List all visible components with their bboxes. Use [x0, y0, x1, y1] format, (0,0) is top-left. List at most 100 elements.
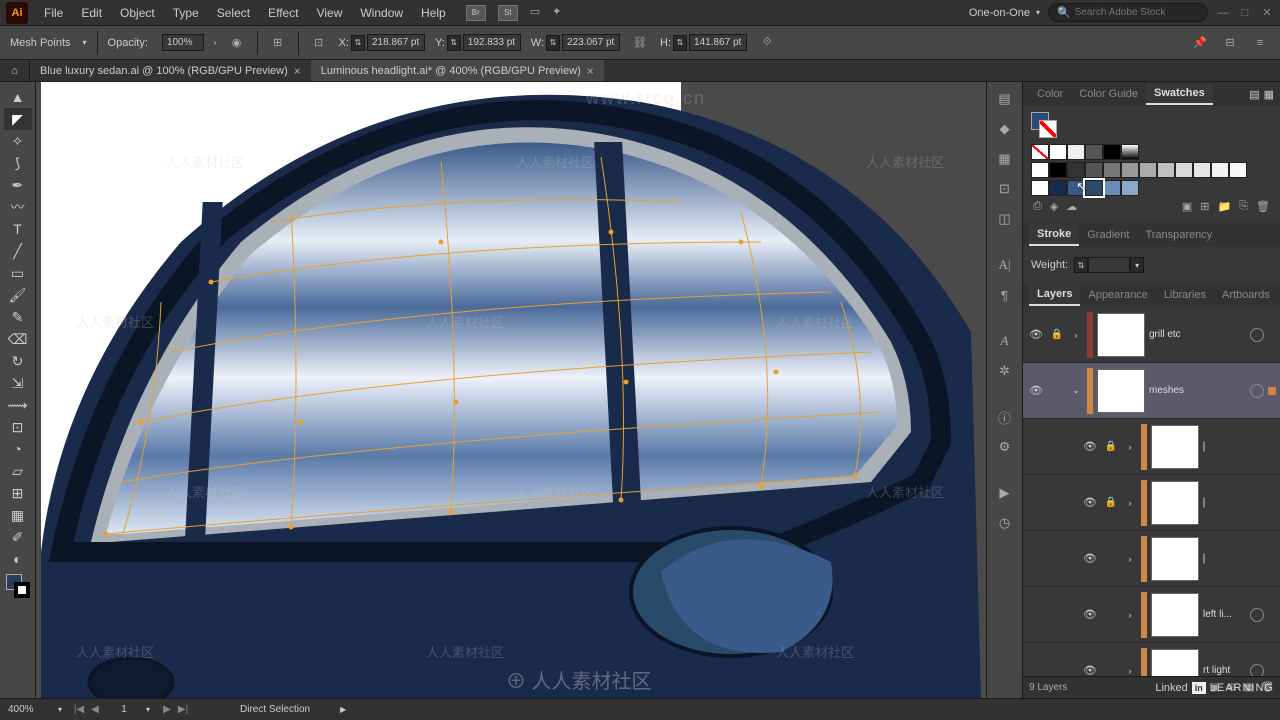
brushes-icon[interactable]: ▦ — [993, 148, 1017, 170]
visibility-icon[interactable]: 👁 — [1027, 384, 1045, 397]
shape-builder-tool-icon[interactable]: ◔ — [4, 438, 32, 460]
link-wh-icon[interactable]: ⛓ — [630, 33, 650, 53]
menu-window[interactable]: Window — [352, 2, 411, 24]
menu-type[interactable]: Type — [165, 2, 207, 24]
opacity-dropdown-icon[interactable]: › — [214, 38, 217, 47]
visibility-icon[interactable]: 👁 — [1081, 440, 1099, 453]
shaper-tool-icon[interactable]: ✎ — [4, 306, 32, 328]
eraser-tool-icon[interactable]: ⌫ — [4, 328, 32, 350]
opacity-input[interactable] — [162, 34, 204, 51]
expand-icon[interactable]: › — [1123, 554, 1137, 564]
timeline-icon[interactable]: ◷ — [993, 512, 1017, 534]
close-icon[interactable]: ✕ — [1260, 6, 1274, 20]
mesh-tool-icon[interactable]: ⊞ — [4, 482, 32, 504]
visibility-icon[interactable]: 👁 — [1081, 496, 1099, 509]
layer-name[interactable] — [1203, 497, 1276, 508]
swatch[interactable] — [1103, 144, 1121, 160]
selection-mode[interactable]: Mesh Points▾ — [10, 37, 87, 49]
visibility-icon[interactable]: 👁 — [1081, 664, 1099, 676]
link-icon[interactable]: ⎘ — [1239, 200, 1248, 213]
y-stepper[interactable]: ⇅ — [447, 35, 461, 51]
lock-icon[interactable]: 🔒 — [1103, 497, 1119, 508]
align-panel-icon[interactable]: ⊡ — [993, 178, 1017, 200]
visibility-icon[interactable]: 👁 — [1081, 608, 1099, 621]
layer-name[interactable]: grill etc — [1149, 329, 1246, 340]
arrange-icon[interactable]: ▭ — [530, 5, 540, 21]
minimize-icon[interactable]: — — [1216, 6, 1230, 20]
w-stepper[interactable]: ⇅ — [546, 35, 560, 51]
h-input[interactable] — [689, 34, 747, 51]
expand-icon[interactable]: › — [1123, 442, 1137, 452]
lasso-tool-icon[interactable]: ⟆ — [4, 152, 32, 174]
menu-view[interactable]: View — [309, 2, 351, 24]
swatch[interactable] — [1193, 162, 1211, 178]
tab-gradient[interactable]: Gradient — [1079, 225, 1137, 245]
perspective-tool-icon[interactable]: ▱ — [4, 460, 32, 482]
target-icon[interactable] — [1203, 441, 1205, 452]
swatch[interactable] — [1085, 144, 1103, 160]
width-tool-icon[interactable]: ⟿ — [4, 394, 32, 416]
swatch[interactable] — [1211, 162, 1229, 178]
layer-name[interactable] — [1203, 441, 1276, 452]
list-view-icon[interactable]: ▦ — [1264, 88, 1274, 101]
eyedropper-tool-icon[interactable]: ✐ — [4, 526, 32, 548]
swatch[interactable] — [1049, 180, 1067, 196]
symbol-icon[interactable]: ✲ — [993, 360, 1017, 382]
h-stepper[interactable]: ⇅ — [673, 35, 687, 51]
swatch[interactable] — [1121, 144, 1139, 160]
swatch[interactable] — [1067, 144, 1085, 160]
layer-name[interactable]: left li... — [1203, 609, 1246, 620]
thumbnail-view-icon[interactable]: ▤ — [1249, 88, 1259, 101]
swatch-options-icon[interactable]: ☁ — [1066, 200, 1077, 213]
free-transform-tool-icon[interactable]: ⊡ — [4, 416, 32, 438]
expand-icon[interactable]: › — [1123, 498, 1137, 508]
target-icon[interactable] — [1203, 553, 1205, 564]
layer-row[interactable]: 👁 › rt light — [1023, 643, 1280, 676]
swatch[interactable] — [1103, 162, 1121, 178]
layer-row[interactable]: 👁 › left li... — [1023, 587, 1280, 643]
weight-input[interactable] — [1088, 257, 1130, 273]
target-icon[interactable] — [1250, 384, 1264, 398]
scale-tool-icon[interactable]: ⇲ — [4, 372, 32, 394]
gradient-tool-icon[interactable]: ▦ — [4, 504, 32, 526]
pen-tool-icon[interactable]: ✒ — [4, 174, 32, 196]
lock-icon[interactable]: 🔒 — [1103, 441, 1119, 452]
expand-icon[interactable]: › — [1069, 330, 1083, 340]
setup-icon[interactable]: ⊟ — [1220, 33, 1240, 53]
new-group-icon[interactable]: ▣ — [1182, 200, 1192, 213]
menu-effect[interactable]: Effect — [260, 2, 306, 24]
magic-wand-tool-icon[interactable]: ✧ — [4, 130, 32, 152]
libraries-icon[interactable]: ◆ — [993, 118, 1017, 140]
bridge-icon[interactable]: Br — [466, 5, 486, 21]
canvas[interactable]: www.rrcg.cn 人人素材社区 人人素材社区 人人素材社区 人人素材社区 … — [36, 82, 986, 698]
fill-stroke-indicator[interactable] — [6, 574, 30, 598]
curvature-tool-icon[interactable]: 〰 — [4, 196, 32, 218]
swatch[interactable] — [1103, 180, 1121, 196]
rectangle-tool-icon[interactable]: ▭ — [4, 262, 32, 284]
style-icon[interactable]: ◉ — [227, 33, 247, 53]
x-stepper[interactable]: ⇅ — [351, 35, 365, 51]
selection-tool-icon[interactable]: ▲ — [4, 86, 32, 108]
visibility-icon[interactable]: 👁 — [1027, 328, 1045, 341]
menu-help[interactable]: Help — [413, 2, 454, 24]
swatch-kind-icon[interactable]: ◈ — [1050, 200, 1058, 213]
swatch[interactable] — [1229, 162, 1247, 178]
reference-point-icon[interactable]: ⊡ — [309, 33, 329, 53]
y-input[interactable] — [463, 34, 521, 51]
swatch[interactable] — [1121, 180, 1139, 196]
swatch[interactable] — [1031, 162, 1049, 178]
rotate-tool-icon[interactable]: ↻ — [4, 350, 32, 372]
expand-icon[interactable]: › — [1123, 610, 1137, 620]
tab-appearance[interactable]: Appearance — [1080, 285, 1155, 305]
status-menu-icon[interactable]: ▶ — [340, 705, 346, 714]
delete-swatch-icon[interactable]: 🗑 — [1256, 200, 1270, 213]
first-artboard-icon[interactable]: |◀ — [72, 704, 86, 715]
swatch[interactable] — [1049, 162, 1067, 178]
artboard-input[interactable] — [112, 704, 136, 715]
tab-color-guide[interactable]: Color Guide — [1071, 84, 1146, 104]
tab-transparency[interactable]: Transparency — [1137, 225, 1220, 245]
folder-icon[interactable]: 📁 — [1218, 200, 1232, 213]
w-input[interactable] — [562, 34, 620, 51]
align-icon[interactable]: ⊞ — [268, 33, 288, 53]
x-input[interactable] — [367, 34, 425, 51]
